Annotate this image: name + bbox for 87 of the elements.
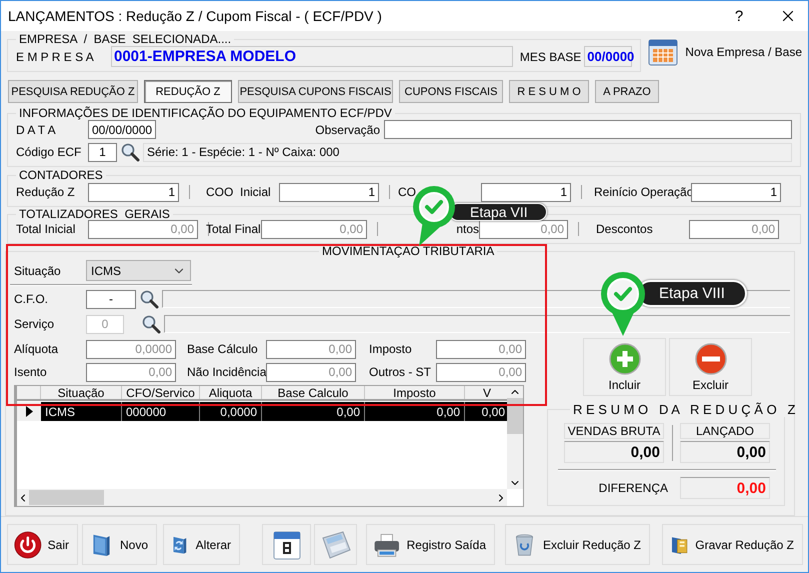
date-field[interactable]: 00/00/0000 [88,120,156,139]
group-title: TOTALIZADORES GERAIS [18,207,171,221]
field-label: Isento [14,365,48,379]
field-label: E M P R E S A [16,50,95,64]
tab[interactable]: A PRAZO [595,80,659,103]
field-label: ntos [455,222,479,236]
vertical-scrollbar[interactable] [507,386,523,489]
field-label: Código ECF [16,145,82,159]
tab[interactable]: REDUÇÃO Z [144,80,232,103]
month-field: 00/0000 [584,46,632,67]
toolbar-button[interactable] [262,524,311,565]
minus-icon [694,342,726,374]
toolbar-button[interactable]: Registro Saída [366,524,495,565]
field-label: Serviço [14,317,56,331]
horizontal-scrollbar[interactable] [17,489,507,506]
help-button[interactable]: ? [716,1,762,31]
search-icon[interactable] [120,142,140,162]
field-label: Total Final [206,222,261,236]
field-label: C.F.O. [14,292,50,306]
tab[interactable]: PESQUISA CUPONS FISCAIS [238,80,393,103]
table-cell: 0,0000 [200,402,262,421]
summary-label: VENDAS BRUTA [564,423,664,439]
column-header[interactable]: Base Calculo [262,386,365,399]
summary-value: 0,00 [564,441,664,463]
field-label: Outros - ST [369,365,432,379]
table-cell: ICMS [41,402,122,421]
field-label: Descontos [596,222,654,236]
column-header[interactable]: CFO/Servico [122,386,200,399]
company-field: 0001-EMPRESA MODELO [111,46,513,67]
field-label: Base Cálculo [187,342,259,356]
field-label: CO [398,185,417,199]
field-label: Reinício Operação [594,185,691,199]
plus-icon [608,342,640,374]
search-icon[interactable] [139,289,159,309]
group-title: MOVIMENTAÇÃO TRIBUTÁRIA [321,244,496,258]
group-title: CONTADORES [18,168,104,182]
cfo-field[interactable]: - [86,290,136,308]
field-label: Não Incidência [187,365,266,379]
observation-field[interactable] [384,120,792,139]
summary-label: LANÇADO [680,423,770,439]
change-company-button[interactable]: Nova Empresa / Base [645,35,804,69]
search-icon[interactable] [141,314,161,334]
field-label: MES BASE [520,50,582,64]
counter-field[interactable]: 1 [481,182,571,202]
group-title: EMPRESA / BASE SELECIONADA.... [18,32,232,46]
ecf-info-field: Série: 1 - Espécie: 1 - Nº Caixa: 000 [143,142,792,162]
counter-field[interactable]: 1 [279,182,379,202]
toolbar-button[interactable]: Novo [82,524,157,565]
step-badge: Etapa VII [449,203,547,221]
toolbar-button[interactable]: Gravar Redução Z [662,524,803,565]
summary-value: 0,00 [680,477,770,499]
field-label: COO Inicial [206,185,272,199]
calendar-icon [647,37,680,67]
scrollbar-thumb[interactable] [507,398,523,434]
window-title: LANÇAMENTOS : Redução Z / Cupom Fiscal - ( ECF/PDV ) [8,8,383,24]
summary-value: 0,00 [680,441,770,463]
ecf-code-field[interactable]: 1 [88,142,117,162]
tab[interactable]: PESQUISA REDUÇÃO Z [8,80,138,103]
field-label: Alíquota [14,342,60,356]
field-label: Situação [14,264,62,278]
column-header[interactable]: Imposto [365,386,465,399]
group-title: INFORMAÇÕES DE IDENTIFICAÇÃO DO EQUIPAMENTO ECF/PDV [18,106,393,120]
group-title: R E S U M O D A R E D U Ç Ã O Z [572,402,796,417]
action-button[interactable]: Excluir [669,338,752,396]
situation-dropdown[interactable]: ICMS [86,260,191,281]
field-label: Total Inicial [16,222,76,236]
column-header[interactable]: Aliquota [200,386,262,399]
field-label: Redução Z [16,185,76,199]
table-cell: 0,00 [365,402,465,421]
counter-field[interactable]: 1 [88,182,179,202]
action-button[interactable]: Incluir [583,338,666,396]
scrollbar-thumb[interactable] [29,490,104,505]
toolbar-button[interactable]: Excluir Redução Z [505,524,650,565]
row-pointer-icon [26,406,32,417]
tab[interactable]: CUPONS FISCAIS [399,80,503,103]
toolbar-button[interactable]: Sair [7,524,78,565]
field-label: Observação [315,122,380,136]
table-cell: 000000 [122,402,200,421]
tab[interactable]: R E S U M O [509,80,589,103]
check-pin-icon [599,270,647,338]
toolbar-button[interactable]: Alterar [163,524,240,565]
field-label: D A T A [16,122,57,136]
counter-field[interactable]: 1 [691,182,781,202]
summary-label: DIFERENÇA [598,481,668,495]
field-label: Imposto [369,342,413,356]
table-cell: 0,00 [262,402,365,421]
column-header[interactable]: Situação [41,386,122,399]
